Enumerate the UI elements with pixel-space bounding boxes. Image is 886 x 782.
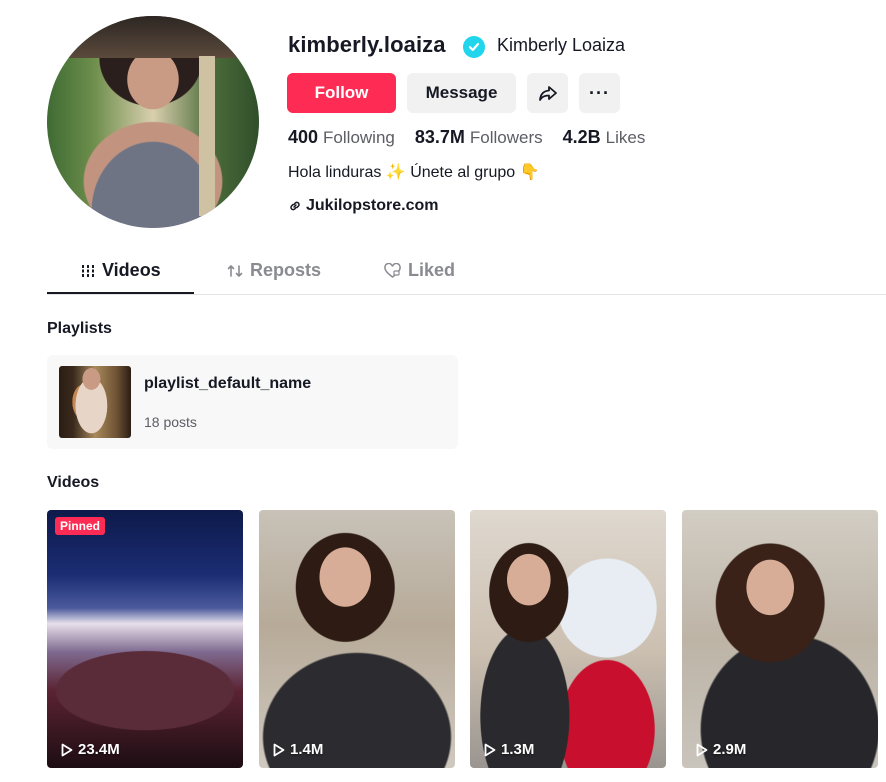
more-options-button[interactable]: ···	[579, 73, 620, 113]
share-arrow-icon	[538, 86, 557, 101]
playlist-card[interactable]: playlist_default_name 18 posts	[47, 355, 458, 449]
stat-following[interactable]: 400 Following	[288, 127, 395, 148]
likes-count: 4.2B	[562, 127, 601, 147]
repost-icon	[227, 264, 243, 277]
profile-tabs: Videos Reposts Liked	[47, 252, 886, 295]
video-view-count: 23.4M	[78, 741, 120, 758]
verified-badge-icon	[463, 36, 485, 58]
username: kimberly.loaiza	[288, 32, 446, 57]
video-views: 1.4M	[273, 741, 323, 758]
avatar-background-roof	[47, 16, 259, 58]
followers-label: Followers	[469, 128, 543, 147]
following-count: 400	[288, 127, 319, 147]
tab-reposts-label: Reposts	[250, 260, 322, 280]
tab-reposts[interactable]: Reposts	[227, 260, 321, 281]
avatar[interactable]	[47, 16, 259, 228]
playlist-name: playlist_default_name	[144, 375, 312, 392]
video-views: 1.3M	[484, 741, 534, 758]
followers-count: 83.7M	[414, 127, 465, 147]
video-view-count: 1.4M	[290, 741, 324, 758]
playlist-post-count: 18 posts	[144, 414, 197, 430]
video-thumbnail[interactable]: 1.3M	[470, 510, 666, 768]
bio-text: Hola linduras ✨ Únete al grupo 👇	[288, 164, 540, 181]
play-icon	[273, 743, 285, 756]
active-tab-indicator	[47, 292, 194, 294]
more-dots-icon: ···	[589, 82, 610, 103]
video-views: 2.9M	[696, 741, 746, 758]
stat-likes: 4.2B Likes	[563, 127, 646, 148]
video-views: 23.4M	[61, 741, 120, 758]
link-icon	[290, 201, 300, 211]
bio-link[interactable]: Jukilopstore.com	[288, 197, 438, 215]
playlists-heading: Playlists	[47, 320, 112, 337]
pinned-badge: Pinned	[55, 517, 106, 535]
grid-lines-icon	[81, 264, 95, 277]
share-button[interactable]	[527, 73, 568, 113]
heart-outline-icon	[384, 262, 401, 278]
profile-stats: 400 Following 83.7M Followers 4.2B Likes	[288, 127, 665, 148]
video-thumbnail[interactable]: 2.9M	[682, 510, 878, 768]
avatar-background-pillar	[199, 56, 215, 216]
stat-followers[interactable]: 83.7M Followers	[415, 127, 543, 148]
message-button[interactable]: Message	[407, 73, 516, 113]
video-view-count: 1.3M	[501, 741, 535, 758]
following-label: Following	[323, 128, 395, 147]
display-name: Kimberly Loaiza	[497, 35, 626, 55]
bio-link-text: Jukilopstore.com	[306, 197, 439, 214]
play-icon	[696, 743, 708, 756]
likes-label: Likes	[605, 128, 646, 147]
tab-liked[interactable]: Liked	[384, 260, 455, 281]
play-icon	[484, 743, 496, 756]
video-thumbnail[interactable]: 1.4M	[259, 510, 455, 768]
playlist-thumbnail	[59, 366, 131, 438]
video-view-count: 2.9M	[713, 741, 747, 758]
tab-videos-label: Videos	[102, 260, 161, 280]
play-icon	[61, 743, 73, 756]
tab-liked-label: Liked	[408, 260, 456, 280]
videos-heading: Videos	[47, 474, 100, 491]
tab-videos[interactable]: Videos	[81, 260, 161, 281]
video-thumbnail[interactable]: Pinned 23.4M	[47, 510, 243, 768]
follow-button[interactable]: Follow	[287, 73, 396, 113]
